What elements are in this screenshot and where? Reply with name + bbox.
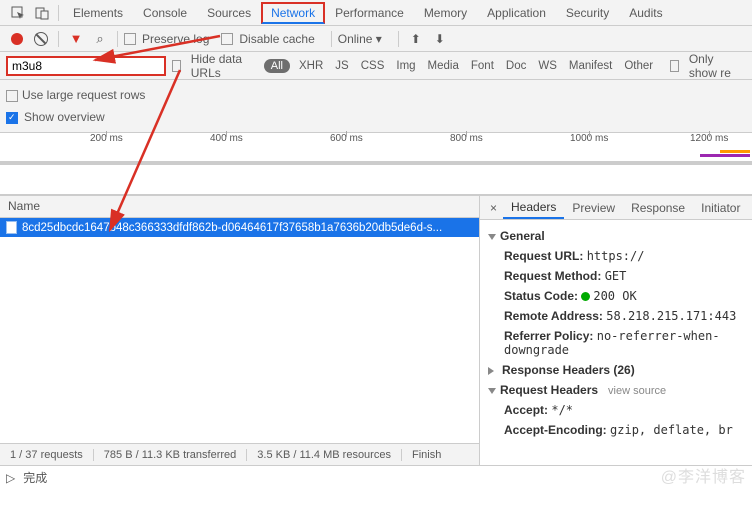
filter-type-font[interactable]: Font xyxy=(468,60,497,72)
filter-type-img[interactable]: Img xyxy=(393,60,418,72)
filter-type-css[interactable]: CSS xyxy=(358,60,388,72)
file-icon xyxy=(6,221,17,234)
hide-urls-checkbox[interactable] xyxy=(172,60,181,72)
general-section[interactable]: General xyxy=(488,226,744,246)
preserve-log-label: Preserve log xyxy=(142,32,209,46)
tick: 200 ms xyxy=(90,133,123,144)
hide-urls-label: Hide data URLs xyxy=(191,52,248,80)
filter-type-media[interactable]: Media xyxy=(425,60,462,72)
status-finish: Finish xyxy=(402,449,451,461)
play-icon[interactable]: ▷ xyxy=(6,471,15,485)
tab-console[interactable]: Console xyxy=(133,2,197,24)
status-resources: 3.5 KB / 11.4 MB resources xyxy=(247,449,402,461)
close-detail-button[interactable]: × xyxy=(484,201,503,215)
tab-audits[interactable]: Audits xyxy=(619,2,672,24)
show-overview-label: Show overview xyxy=(24,110,105,124)
accept-encoding-value: gzip, deflate, br xyxy=(610,423,733,437)
headers-panel: General Request URL: https:// Request Me… xyxy=(480,220,752,465)
request-url-value: https:// xyxy=(587,249,645,263)
filter-toggle-icon[interactable]: ▼ xyxy=(67,30,85,48)
status-dot-icon xyxy=(581,292,590,301)
network-settings: Use large request rows Show overview xyxy=(0,80,752,133)
only-show-checkbox[interactable] xyxy=(670,60,679,72)
console-drawer: ▷ 完成 xyxy=(0,465,752,489)
filter-type-manifest[interactable]: Manifest xyxy=(566,60,615,72)
large-rows-label: Use large request rows xyxy=(22,88,145,102)
tab-network[interactable]: Network xyxy=(261,2,325,24)
filter-type-all[interactable]: All xyxy=(264,59,290,73)
watermark: @李洋博客 xyxy=(661,463,746,487)
request-row[interactable]: 8cd25dbcdc1647b48c366333dfdf862b-d064646… xyxy=(0,218,479,237)
detail-tabs: × Headers Preview Response Initiator Ti xyxy=(480,196,752,220)
dtab-preview[interactable]: Preview xyxy=(564,198,623,218)
split-panel: Name 8cd25dbcdc1647b48c366333dfdf862b-d0… xyxy=(0,195,752,465)
view-source-link[interactable]: view source xyxy=(608,385,666,397)
disable-cache-checkbox[interactable] xyxy=(221,33,233,45)
tab-security[interactable]: Security xyxy=(556,2,619,24)
filter-type-ws[interactable]: WS xyxy=(535,60,560,72)
request-name: 8cd25dbcdc1647b48c366333dfdf862b-d064646… xyxy=(22,222,442,234)
network-toolbar: ▼ ⌕ Preserve log Disable cache Online ▾ … xyxy=(0,26,752,52)
name-column-header[interactable]: Name xyxy=(0,196,479,218)
inspect-icon[interactable] xyxy=(10,5,26,21)
device-toggle-icon[interactable] xyxy=(34,5,50,21)
import-har-icon[interactable]: ⬆ xyxy=(407,30,425,48)
filter-type-doc[interactable]: Doc xyxy=(503,60,529,72)
filter-input[interactable] xyxy=(6,56,166,76)
tab-application[interactable]: Application xyxy=(477,2,556,24)
tick: 1000 ms xyxy=(570,133,608,144)
tick: 1200 ms xyxy=(690,133,728,144)
dtab-headers[interactable]: Headers xyxy=(503,197,564,219)
status-code-value: 200 OK xyxy=(593,289,636,303)
request-list: Name 8cd25dbcdc1647b48c366333dfdf862b-d0… xyxy=(0,196,480,465)
dtab-timing[interactable]: Ti xyxy=(748,198,752,218)
throttling-select[interactable]: Online ▾ xyxy=(338,32,382,46)
overview-timeline[interactable]: 200 ms 400 ms 600 ms 800 ms 1000 ms 1200… xyxy=(0,133,752,165)
response-headers-section[interactable]: Response Headers (26) xyxy=(488,360,744,380)
devtools-tabs: Elements Console Sources Network Perform… xyxy=(0,0,752,26)
clear-button[interactable] xyxy=(32,30,50,48)
dtab-initiator[interactable]: Initiator xyxy=(693,198,748,218)
remote-address-value: 58.218.215.171:443 xyxy=(606,309,736,323)
filter-type-other[interactable]: Other xyxy=(621,60,656,72)
console-message: 完成 xyxy=(23,469,47,486)
record-button[interactable] xyxy=(8,30,26,48)
only-show-label: Only show re xyxy=(689,52,736,80)
disable-cache-label: Disable cache xyxy=(239,32,314,46)
request-method-value: GET xyxy=(605,269,627,283)
tab-memory[interactable]: Memory xyxy=(414,2,477,24)
large-rows-checkbox[interactable] xyxy=(6,90,18,102)
request-detail: × Headers Preview Response Initiator Ti … xyxy=(480,196,752,465)
filter-bar: Hide data URLs All XHR JS CSS Img Media … xyxy=(0,52,752,80)
tick: 400 ms xyxy=(210,133,243,144)
request-headers-section[interactable]: Request Headersview source xyxy=(488,380,744,400)
tab-performance[interactable]: Performance xyxy=(325,2,414,24)
filter-type-xhr[interactable]: XHR xyxy=(296,60,326,72)
status-transferred: 785 B / 11.3 KB transferred xyxy=(94,449,247,461)
accept-value: */* xyxy=(551,403,573,417)
tick: 800 ms xyxy=(450,133,483,144)
search-icon[interactable]: ⌕ xyxy=(91,30,109,48)
tab-elements[interactable]: Elements xyxy=(63,2,133,24)
tick: 600 ms xyxy=(330,133,363,144)
preserve-log-checkbox[interactable] xyxy=(124,33,136,45)
show-overview-checkbox[interactable] xyxy=(6,112,18,124)
export-har-icon[interactable]: ⬇ xyxy=(431,30,449,48)
tab-sources[interactable]: Sources xyxy=(197,2,261,24)
filter-type-js[interactable]: JS xyxy=(332,60,351,72)
dtab-response[interactable]: Response xyxy=(623,198,693,218)
status-bar: 1 / 37 requests 785 B / 11.3 KB transfer… xyxy=(0,443,479,465)
status-requests: 1 / 37 requests xyxy=(0,449,94,461)
